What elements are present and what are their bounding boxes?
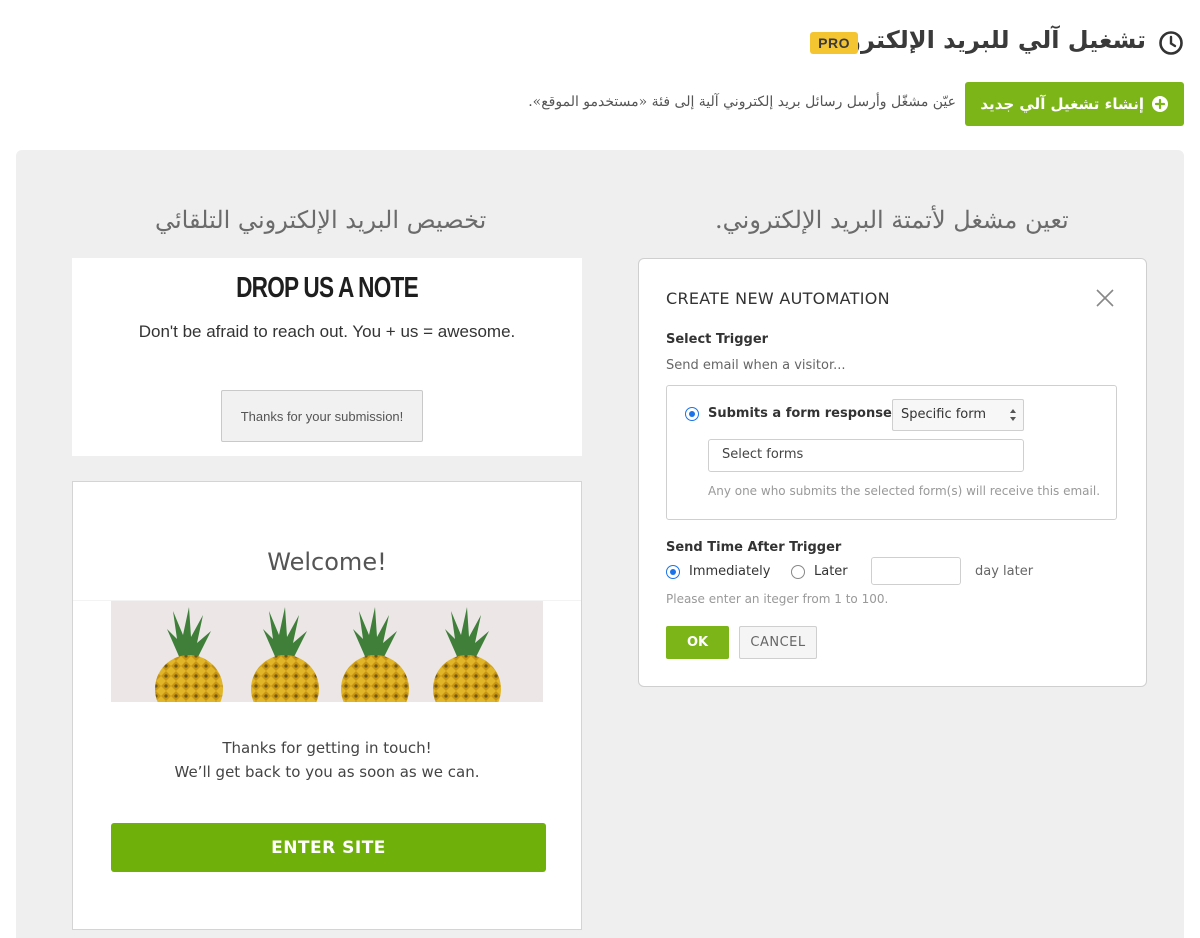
submission-message-box: Thanks for your submission! xyxy=(221,390,423,442)
email-message-line-1: Thanks for getting in touch! xyxy=(222,739,432,757)
later-label: Later xyxy=(814,564,848,579)
immediately-radio[interactable] xyxy=(666,565,680,579)
pineapples-illustration xyxy=(155,607,501,702)
page-description: عيّن مشغّل وأرسل رسائل بريد إلكتروني آلي… xyxy=(528,94,956,110)
trigger-option-label: Submits a form response to xyxy=(708,406,912,421)
form-preview-card[interactable]: DROP US A NOTE Don't be afraid to reach … xyxy=(72,258,582,456)
trigger-radio[interactable] xyxy=(685,407,699,421)
trigger-select-value: Specific form xyxy=(901,407,987,422)
page-title: تشغيل آلي للبريد الإلكتروني xyxy=(812,26,1146,54)
email-preview-card[interactable]: Welcome! Thanks for getting in touch! We… xyxy=(72,481,582,930)
immediately-label: Immediately xyxy=(689,564,771,579)
later-radio[interactable] xyxy=(791,565,805,579)
form-preview-subtitle: Don't be afraid to reach out. You + us =… xyxy=(138,322,516,341)
pineapple-2 xyxy=(251,607,319,702)
select-trigger-label: Select Trigger xyxy=(666,332,769,347)
customize-email-title: تخصيص البريد الإلكتروني التلقائي xyxy=(155,206,487,234)
pineapple-4 xyxy=(433,607,501,702)
trigger-description: Send email when a visitor... xyxy=(666,358,846,373)
select-arrows-icon xyxy=(1010,409,1016,421)
email-heading: Welcome! xyxy=(267,548,387,576)
forms-hint: Any one who submits the selected form(s)… xyxy=(708,484,1101,498)
email-message-line-2: We’ll get back to you as soon as we can. xyxy=(174,763,480,781)
send-time-label: Send Time After Trigger xyxy=(666,540,842,555)
form-preview-title: DROP US A NOTE xyxy=(236,272,419,304)
create-automation-button[interactable]: إنشاء تشغيل آلي جديد xyxy=(965,82,1184,126)
close-icon[interactable] xyxy=(1096,289,1114,307)
pro-badge: PRO xyxy=(810,32,858,54)
dialog-title: CREATE NEW AUTOMATION xyxy=(666,289,890,308)
pineapple-1 xyxy=(155,607,223,702)
create-automation-dialog: CREATE NEW AUTOMATION Select Trigger Sen… xyxy=(638,258,1147,687)
page-header: تشغيل آلي للبريد الإلكتروني PRO xyxy=(16,24,1184,64)
trigger-select[interactable]: Specific form xyxy=(892,399,1024,431)
assign-trigger-title: تعين مشغل لأتمتة البريد الإلكتروني. xyxy=(715,206,1069,234)
trigger-options-box: Submits a form response to Specific form… xyxy=(666,385,1117,520)
email-message: Thanks for getting in touch! We’ll get b… xyxy=(73,736,581,784)
cancel-button[interactable]: CANCEL xyxy=(739,626,817,659)
plus-circle-icon xyxy=(1152,96,1168,112)
pineapples-image xyxy=(111,601,543,702)
pineapple-3 xyxy=(341,607,409,702)
select-forms-input[interactable]: Select forms xyxy=(708,439,1024,472)
clock-icon xyxy=(1159,31,1183,55)
create-automation-label: إنشاء تشغيل آلي جديد xyxy=(980,95,1144,113)
day-later-label: day later xyxy=(975,564,1034,579)
days-hint: Please enter an iteger from 1 to 100. xyxy=(666,592,889,606)
ok-button[interactable]: OK xyxy=(666,626,729,659)
enter-site-button[interactable]: ENTER SITE xyxy=(111,823,546,872)
days-input[interactable] xyxy=(871,557,961,585)
